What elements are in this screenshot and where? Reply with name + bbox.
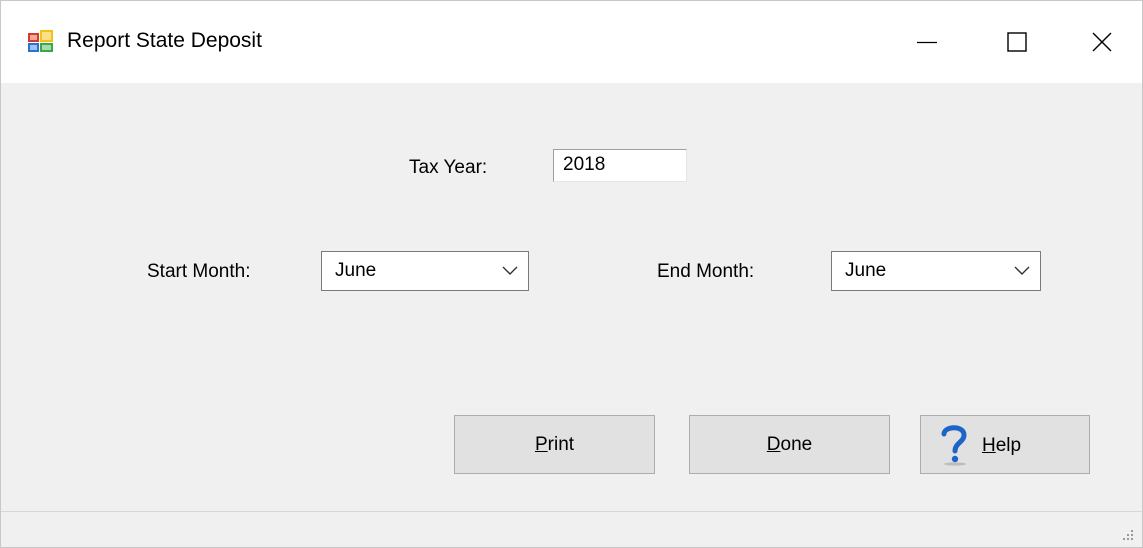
maximize-button[interactable]	[972, 1, 1062, 83]
start-month-value: June	[335, 260, 377, 281]
start-month-select[interactable]: June	[321, 251, 529, 291]
report-state-deposit-window: Report State Deposit Tax Year: 2018 Star…	[0, 0, 1143, 548]
close-button[interactable]	[1062, 1, 1142, 83]
chevron-down-icon[interactable]	[1014, 266, 1030, 276]
end-month-select[interactable]: June	[831, 251, 1041, 291]
window-title: Report State Deposit	[67, 29, 262, 52]
start-month-label: Start Month:	[147, 261, 251, 282]
end-month-label: End Month:	[657, 261, 755, 282]
help-button-label: Help	[982, 435, 1022, 456]
done-button[interactable]: Done	[689, 415, 890, 474]
question-mark-icon	[941, 425, 967, 466]
done-button-label: Done	[766, 433, 813, 455]
title-bar[interactable]: Report State Deposit	[1, 1, 1142, 83]
close-icon	[1092, 32, 1112, 52]
end-month-value: June	[845, 260, 887, 281]
report-app-icon	[28, 30, 53, 52]
minimize-icon	[917, 41, 937, 44]
minimize-button[interactable]	[882, 1, 972, 83]
print-button[interactable]: Print	[454, 415, 655, 474]
maximize-icon	[1007, 32, 1027, 52]
tax-year-label: Tax Year:	[409, 157, 488, 178]
resize-grip-icon[interactable]	[1122, 529, 1134, 541]
help-button[interactable]: Help	[920, 415, 1090, 474]
print-button-label: Print	[534, 433, 575, 455]
status-bar-divider	[1, 511, 1142, 512]
chevron-down-icon[interactable]	[502, 266, 518, 276]
tax-year-input[interactable]: 2018	[553, 149, 687, 182]
